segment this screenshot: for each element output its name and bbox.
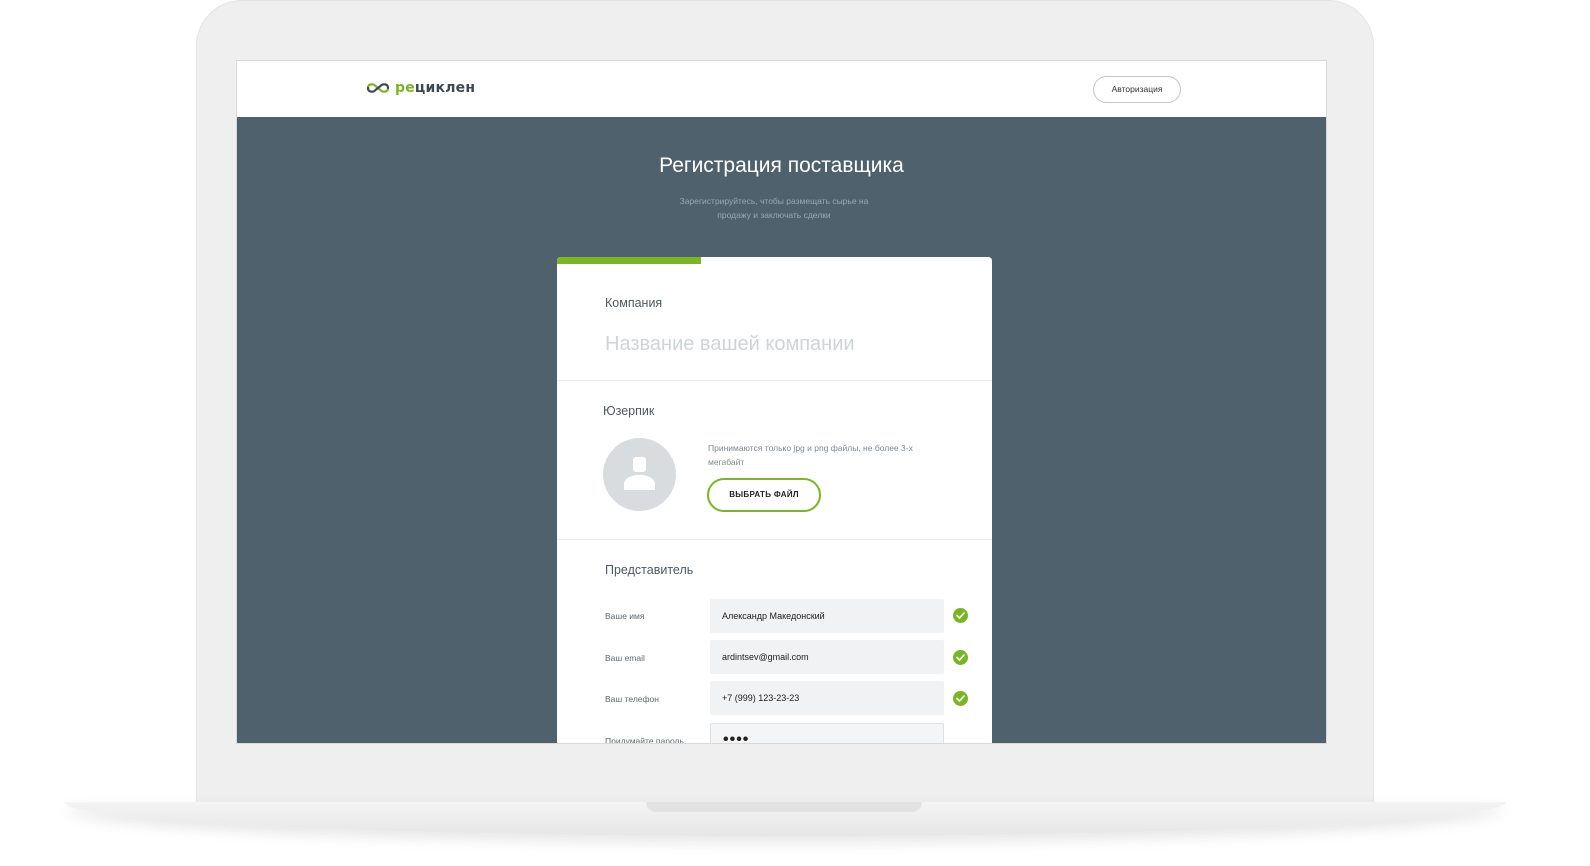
section-divider: [557, 380, 992, 381]
phone-input[interactable]: [710, 681, 944, 715]
laptop-notch: [646, 802, 922, 812]
logo-wordmark-accent: ре: [395, 80, 415, 96]
login-button[interactable]: Авторизация: [1093, 76, 1181, 103]
password-input[interactable]: [710, 723, 944, 743]
name-input[interactable]: [710, 599, 944, 633]
email-field-label: Ваш email: [605, 653, 645, 663]
file-requirements-hint: Принимаются только jpg и png файлы, не б…: [708, 443, 913, 467]
section-divider: [557, 539, 992, 540]
company-name-input[interactable]: [605, 329, 945, 359]
site-header: рециклен Авторизация: [237, 61, 1326, 117]
representative-section-label: Представитель: [605, 563, 694, 577]
name-valid-check-icon: [953, 608, 968, 623]
user-silhouette-icon: [624, 457, 655, 490]
company-section-label: Компания: [605, 296, 663, 310]
choose-file-button[interactable]: ВЫБРАТЬ ФАЙЛ: [707, 478, 821, 512]
name-field-label: Ваше имя: [605, 611, 645, 621]
page-subtitle: Зарегистрируйтесь, чтобы размещать сырье…: [679, 196, 869, 220]
phone-valid-check-icon: [953, 691, 968, 706]
logo-wordmark: рециклен: [395, 80, 475, 96]
avatar-placeholder[interactable]: [603, 438, 676, 511]
userpic-section-label: Юзерпик: [603, 404, 655, 418]
registration-progress-bar: [557, 257, 992, 264]
infinity-logo-icon: [366, 83, 390, 93]
email-valid-check-icon: [953, 650, 968, 665]
email-input[interactable]: [710, 640, 944, 674]
password-field-label: Придумайте пароль: [605, 736, 684, 744]
registration-progress-fill: [557, 257, 701, 264]
phone-field-label: Ваш телефон: [605, 694, 659, 704]
browser-screen: рециклен Авторизация Регистрация поставщ…: [236, 60, 1327, 744]
registration-form-card: Компания Юзерпик Принимаются только jpg …: [557, 257, 992, 744]
page-title: Регистрация поставщика: [659, 154, 904, 177]
logo-wordmark-main: циклен: [414, 80, 476, 96]
site-logo[interactable]: рециклен: [366, 80, 475, 96]
